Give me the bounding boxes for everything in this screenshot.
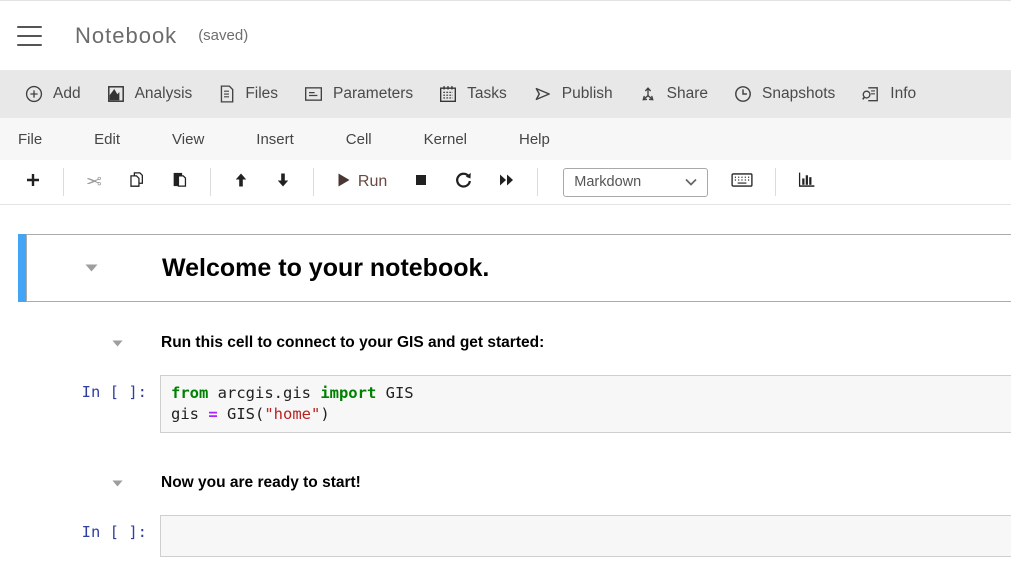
run-all-button[interactable] — [485, 167, 528, 197]
cell-toolbar: ✂ Run Markdown — [0, 160, 1011, 205]
snapshots-button[interactable]: Snapshots — [721, 70, 848, 118]
menu-insert[interactable]: Insert — [242, 131, 308, 148]
input-prompt: In [ ]: — [0, 515, 160, 557]
move-cell-up-button[interactable] — [220, 167, 262, 197]
input-prompt: In [ ]: — [0, 375, 160, 433]
cell-toolbar-chart-icon — [798, 171, 816, 193]
menu-edit[interactable]: Edit — [80, 131, 134, 148]
chevron-down-icon — [685, 174, 697, 190]
parameters-button[interactable]: Parameters — [291, 70, 426, 118]
add-button[interactable]: Add — [12, 70, 94, 118]
snapshots-icon — [734, 85, 752, 103]
analysis-button[interactable]: Analysis — [94, 70, 206, 118]
paste-icon — [171, 171, 188, 193]
info-button[interactable]: Info — [848, 70, 929, 118]
toolbar-divider — [775, 168, 776, 196]
files-button[interactable]: Files — [205, 70, 291, 118]
markdown-cell-welcome[interactable]: Welcome to your notebook. — [18, 234, 1011, 302]
app-header: Notebook (saved) — [0, 0, 1011, 70]
save-status: (saved) — [198, 27, 248, 44]
info-icon — [861, 85, 880, 103]
toolbar-divider — [313, 168, 314, 196]
move-cell-down-button[interactable] — [262, 167, 304, 197]
tasks-button[interactable]: Tasks — [426, 70, 520, 118]
run-button[interactable]: Run — [323, 167, 400, 197]
cell-heading: Run this cell to connect to your GIS and… — [161, 334, 544, 352]
collapse-arrow-icon[interactable] — [112, 474, 123, 492]
menu-cell[interactable]: Cell — [332, 131, 386, 148]
notebook-content: Welcome to your notebook. Run this cell … — [0, 205, 1011, 557]
toolbar-divider — [210, 168, 211, 196]
run-icon — [336, 172, 351, 193]
page-title: Notebook — [75, 23, 177, 49]
selected-cell-indicator — [18, 234, 26, 302]
share-button[interactable]: Share — [626, 70, 721, 118]
menu-file[interactable]: File — [4, 131, 56, 148]
move-up-icon — [233, 172, 249, 193]
cell-heading: Welcome to your notebook. — [162, 254, 489, 283]
files-icon — [218, 85, 235, 103]
menu-view[interactable]: View — [158, 131, 218, 148]
cell-heading: Now you are ready to start! — [161, 474, 361, 492]
stop-button[interactable] — [400, 167, 442, 197]
cut-icon: ✂ — [86, 173, 102, 192]
add-icon — [25, 85, 43, 103]
markdown-cell-instructions[interactable]: Run this cell to connect to your GIS and… — [0, 330, 1011, 356]
restart-kernel-icon — [455, 171, 472, 193]
markdown-cell-ready[interactable]: Now you are ready to start! — [0, 470, 1011, 496]
cell-toolbar-chart-button[interactable] — [785, 167, 829, 197]
toolbar-divider — [63, 168, 64, 196]
parameters-icon — [304, 85, 323, 103]
copy-cell-button[interactable] — [115, 167, 158, 197]
share-icon — [639, 85, 657, 103]
code-cell-gis-connect[interactable]: In [ ]: from arcgis.gis import GISgis = … — [0, 375, 1011, 433]
toolbar-divider — [537, 168, 538, 196]
menu-help[interactable]: Help — [505, 131, 564, 148]
keyboard-icon — [731, 172, 753, 193]
command-palette-button[interactable] — [718, 167, 766, 197]
notebook-menu-bar: File Edit View Insert Cell Kernel Help — [0, 118, 1011, 160]
hamburger-menu-icon[interactable] — [17, 26, 42, 46]
selected-cell-box[interactable]: Welcome to your notebook. — [26, 234, 1011, 302]
collapse-arrow-icon[interactable] — [85, 259, 98, 277]
code-editor-empty[interactable] — [160, 515, 1011, 557]
analysis-icon — [107, 85, 125, 103]
tasks-icon — [439, 85, 457, 103]
code-cell-empty[interactable]: In [ ]: — [0, 515, 1011, 557]
add-cell-icon — [25, 172, 41, 193]
fast-forward-icon — [498, 172, 515, 193]
cut-cell-button[interactable]: ✂ — [73, 167, 115, 197]
copy-icon — [128, 171, 145, 193]
run-label: Run — [358, 173, 387, 191]
code-editor[interactable]: from arcgis.gis import GISgis = GIS("hom… — [160, 375, 1011, 433]
cell-type-dropdown[interactable]: Markdown — [563, 168, 708, 197]
paste-cell-button[interactable] — [158, 167, 201, 197]
publish-icon — [533, 85, 552, 103]
move-down-icon — [275, 172, 291, 193]
add-cell-button[interactable] — [12, 167, 54, 197]
stop-icon — [413, 172, 429, 193]
collapse-arrow-icon[interactable] — [112, 334, 123, 352]
publish-button[interactable]: Publish — [520, 70, 626, 118]
app-toolbar: Add Analysis Files Parameters Tasks Publ… — [0, 70, 1011, 118]
restart-kernel-button[interactable] — [442, 167, 485, 197]
menu-kernel[interactable]: Kernel — [410, 131, 481, 148]
